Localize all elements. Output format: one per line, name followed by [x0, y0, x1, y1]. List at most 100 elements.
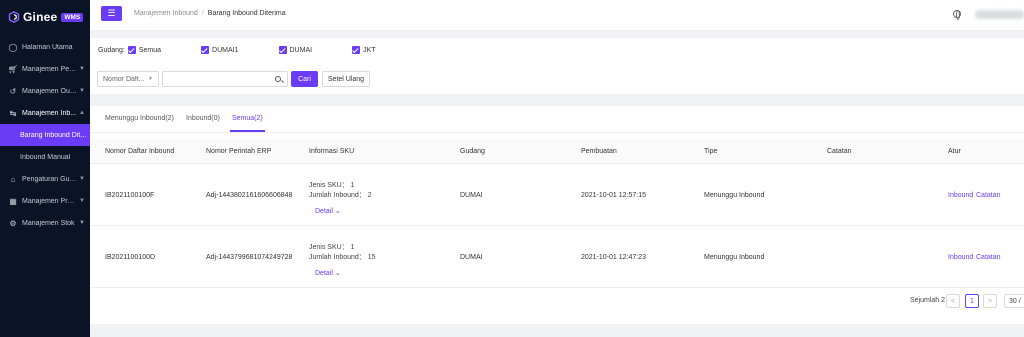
sidebar-subitem-barang-inbound-diterima[interactable]: Barang Inbound Dit... [0, 124, 90, 146]
inbound-action-link[interactable]: Inbound [948, 254, 973, 261]
cart-icon: 🛒︎ [7, 64, 19, 74]
checkbox-checked-icon [127, 46, 136, 54]
column-header: Nomor Daftar Inbound [105, 148, 175, 155]
column-header: Gudang [460, 148, 485, 155]
sidebar-item-label: Manajemen Inb... [22, 109, 77, 117]
breadcrumb-current: Barang Inbound Diterima [207, 10, 286, 17]
created-time: 2021-10-01 12:57:15 [581, 192, 646, 199]
warehouse-option-dumai1[interactable]: DUMAI1 [201, 46, 239, 54]
dashboard-icon: ◯ [8, 42, 18, 52]
detail-label: Detail [315, 208, 333, 215]
chevron-down-icon: ▼ [79, 176, 85, 182]
detail-toggle[interactable]: Detail ⌄ [315, 207, 341, 215]
column-header: Atur [948, 148, 961, 155]
search-input[interactable] [162, 71, 288, 87]
note-action-link[interactable]: Catatan [976, 192, 1001, 199]
chevron-down-icon: ▼ [79, 88, 85, 94]
tab-inbound[interactable]: Inbound(0) [186, 115, 220, 122]
warehouse-option-semua[interactable]: Semua [127, 46, 161, 54]
stock-icon: ⚙ [9, 218, 17, 228]
menu-toggle-button[interactable]: ☰ [101, 6, 122, 21]
inbound-list-number: IB2021100100D [105, 254, 156, 261]
warehouse-filter-label: Gudang: [98, 46, 125, 54]
next-page-button[interactable]: > [983, 294, 997, 308]
sidebar-item-label: Halaman Utama [22, 43, 73, 51]
sidebar-item-label: Manajemen Pro... [22, 197, 77, 205]
search-field-select[interactable]: Nomor Daft... ▼ [97, 71, 159, 87]
column-header: Informasi SKU [309, 148, 355, 155]
logo-text: Ginee [23, 10, 58, 24]
sidebar-item-manajemen-produk[interactable]: ▦ Manajemen Pro... ▼ [0, 190, 90, 212]
search-icon[interactable] [275, 75, 281, 82]
warehouse-settings-icon: ⌂ [10, 174, 16, 184]
chevron-down-icon: ▼ [79, 220, 85, 226]
detail-toggle[interactable]: Detail ⌄ [315, 269, 341, 277]
column-header: Nomor Perintah ERP [206, 148, 272, 155]
sidebar-subitem-label: Inbound Manual [20, 153, 71, 161]
warehouse-name: DUMAI [460, 254, 483, 261]
row-type: Menunggu Inbound [704, 254, 765, 261]
search-row: Nomor Daft... ▼ Cari Setel Ulang [97, 71, 370, 87]
inbound-action-link[interactable]: Inbound [948, 192, 973, 199]
inbound-list-number: IB2021100100F [105, 192, 155, 199]
sidebar-item-halaman-utama[interactable]: ◯ Halaman Utama [0, 36, 90, 58]
prev-page-button[interactable]: < [946, 294, 960, 308]
warehouse-option-dumai[interactable]: DUMAI [278, 46, 313, 54]
hamburger-icon: ☰ [107, 8, 116, 18]
created-time: 2021-10-01 12:47:23 [581, 254, 646, 261]
chevron-down-icon: ⌄ [334, 270, 341, 277]
sidebar-subitem-label: Barang Inbound Dit... [20, 131, 87, 139]
inbound-icon: ↹ [9, 108, 17, 118]
reset-button[interactable]: Setel Ulang [322, 71, 370, 87]
table-header: Nomor Daftar Inbound Nomor Perintah ERP … [90, 139, 1024, 164]
globe-icon[interactable] [953, 10, 961, 20]
chevron-down-icon: ⌄ [334, 208, 341, 215]
breadcrumb: Manajemen Inbound / Barang Inbound Diterim… [134, 10, 286, 17]
tab-menunggu-inbound[interactable]: Menunggu Inbound(2) [105, 115, 174, 122]
chevron-down-icon: ▼ [79, 66, 85, 72]
note-action-link[interactable]: Catatan [976, 254, 1001, 261]
sidebar-item-label: Manajemen Pes... [22, 65, 77, 73]
sidebar-item-manajemen-inbound[interactable]: ↹ Manajemen Inb... ▲ [0, 102, 90, 124]
chevron-down-icon: ▼ [148, 76, 153, 82]
chevron-up-icon: ▲ [79, 110, 85, 116]
page-size-select[interactable]: 30 / [1004, 294, 1024, 308]
sidebar-item-manajemen-outbound[interactable]: ↺ Manajemen Out... ▼ [0, 80, 90, 102]
column-header: Catatan [827, 148, 852, 155]
checkbox-checked-icon [352, 46, 361, 54]
outbound-icon: ↺ [9, 86, 17, 96]
table-row: IB2021100100F Adj-1443802161606606848 Je… [90, 164, 1024, 226]
warehouse-filter: Gudang: Semua DUMAI1 DUMAI JKT [98, 46, 376, 54]
warehouse-option-label: DUMAI [289, 46, 313, 54]
sidebar-item-manajemen-pesanan[interactable]: 🛒︎ Manajemen Pes... ▼ [0, 58, 90, 80]
sku-types: Jenis SKU： 1 [309, 182, 355, 189]
checkbox-checked-icon [278, 46, 287, 54]
inbound-quantity: Jumlah Inbound： 2 [309, 192, 372, 199]
sidebar-nav: ◯ Halaman Utama 🛒︎ Manajemen Pes... ▼ ↺ … [0, 36, 90, 234]
row-type: Menunggu Inbound [704, 192, 765, 199]
sidebar-item-label: Manajemen Stok [22, 219, 75, 227]
product-icon: ▦ [9, 196, 17, 206]
filter-panel: Gudang: Semua DUMAI1 DUMAI JKT Nomor Daf… [90, 38, 1024, 94]
search-button[interactable]: Cari [291, 71, 318, 87]
erp-order-number: Adj-1443802161606606848 [206, 192, 293, 199]
chevron-down-icon: ▼ [79, 198, 85, 204]
pagination-total: Sejumlah 2 [910, 297, 946, 304]
breadcrumb-parent[interactable]: Manajemen Inbound [134, 10, 198, 17]
topbar: ☰ Manajemen Inbound / Barang Inbound Diter… [90, 0, 1024, 31]
table-row: IB2021100100D Adj-1443799681074249728 Je… [90, 226, 1024, 288]
column-header: Tipe [704, 148, 718, 155]
sidebar-subitem-inbound-manual[interactable]: Inbound Manual [0, 146, 90, 168]
tab-semua[interactable]: Semua(2) [230, 115, 265, 132]
sidebar-item-manajemen-stok[interactable]: ⚙ Manajemen Stok ▼ [0, 212, 90, 234]
sidebar-item-label: Pengaturan Gud... [22, 175, 77, 183]
ginee-logo-icon [8, 11, 20, 23]
logo[interactable]: Ginee WMS [8, 10, 84, 24]
warehouse-option-jkt[interactable]: JKT [352, 46, 376, 54]
user-account-menu[interactable] [975, 10, 1024, 19]
warehouse-option-label: DUMAI1 [212, 46, 239, 54]
warehouse-option-label: JKT [363, 46, 376, 54]
inbound-quantity: Jumlah Inbound： 15 [309, 254, 376, 261]
sidebar-item-pengaturan-gudang[interactable]: ⌂ Pengaturan Gud... ▼ [0, 168, 90, 190]
page-1-button[interactable]: 1 [965, 294, 979, 308]
